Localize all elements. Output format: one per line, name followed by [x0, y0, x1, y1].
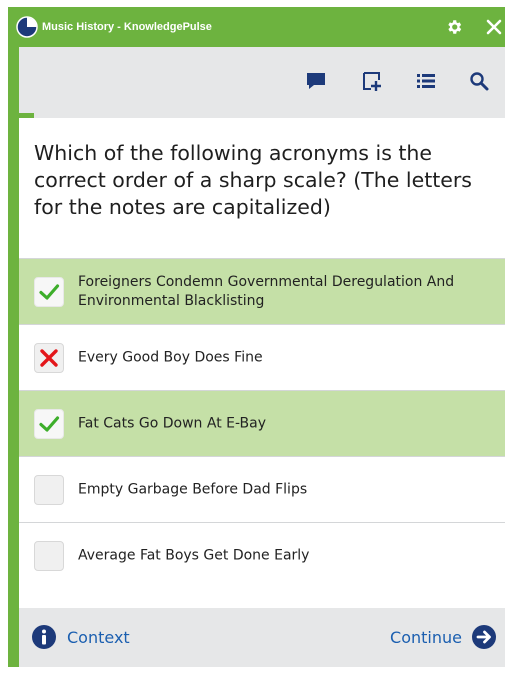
check-icon — [39, 283, 60, 300]
answer-label: Foreigners Condemn Governmental Deregula… — [78, 273, 455, 309]
arrow-right-icon — [472, 625, 496, 649]
answer-list: Foreigners Condemn Governmental Deregula… — [19, 258, 505, 588]
answer-checkbox[interactable] — [34, 540, 64, 571]
answer-option[interactable]: Average Fat Boys Get Done Early — [19, 522, 505, 588]
app-logo-icon — [16, 16, 38, 38]
context-label: Context — [67, 627, 130, 647]
check-icon — [39, 415, 60, 432]
continue-label: Continue — [390, 627, 462, 647]
question-panel: Which of the following acronyms is the c… — [19, 118, 505, 608]
add-note-icon[interactable] — [359, 68, 385, 94]
window-title: Music History - KnowledgePulse — [42, 21, 212, 33]
answer-option[interactable]: Fat Cats Go Down At E-Bay — [19, 390, 505, 456]
info-icon — [32, 625, 56, 649]
answer-checkbox[interactable] — [34, 474, 64, 505]
answer-option[interactable]: Foreigners Condemn Governmental Deregula… — [19, 258, 505, 324]
answer-label: Empty Garbage Before Dad Flips — [78, 481, 308, 497]
title-bar: Music History - KnowledgePulse — [8, 7, 505, 47]
answer-label: Fat Cats Go Down At E-Bay — [78, 415, 266, 431]
answer-option[interactable]: Empty Garbage Before Dad Flips — [19, 456, 505, 522]
footer-bar: Context Continue — [19, 608, 505, 667]
answer-checkbox[interactable] — [34, 408, 64, 439]
search-icon[interactable] — [466, 68, 492, 94]
answer-checkbox[interactable] — [34, 276, 64, 307]
answer-checkbox[interactable] — [34, 342, 64, 373]
list-icon[interactable] — [413, 68, 439, 94]
answer-label: Every Good Boy Does Fine — [78, 349, 263, 365]
gear-icon[interactable] — [445, 18, 463, 36]
x-mark-icon — [40, 348, 58, 367]
answer-label: Average Fat Boys Get Done Early — [78, 547, 310, 563]
answer-option[interactable]: Every Good Boy Does Fine — [19, 324, 505, 390]
question-text: Which of the following acronyms is the c… — [34, 141, 472, 219]
toolbar — [19, 47, 505, 117]
context-button[interactable]: Context — [31, 624, 130, 650]
comment-icon[interactable] — [303, 68, 329, 94]
continue-button[interactable]: Continue — [390, 624, 497, 650]
close-icon[interactable] — [486, 19, 502, 35]
